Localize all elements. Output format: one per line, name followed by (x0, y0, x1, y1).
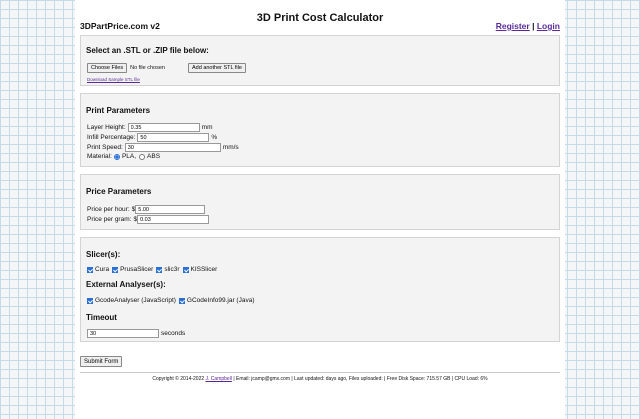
submit-form-button[interactable]: Submit Form (80, 356, 123, 367)
infill-row: Infill Percentage: % (87, 133, 217, 142)
sample-row: Download Sample STL file (87, 77, 140, 82)
slicer-option-cura[interactable]: Cura (87, 266, 109, 273)
slic3r-checkbox[interactable] (156, 266, 163, 273)
price-per-hour-label: Price per hour: (87, 206, 130, 213)
material-label: Material: (87, 153, 112, 160)
price-parameters-heading: Price Parameters (86, 187, 152, 196)
slicer-option-slic3r[interactable]: slic3r (156, 266, 180, 273)
analyser-option-gcodeanalyser[interactable]: GcodeAnalyser (JavaScript) (87, 297, 176, 304)
footer: Copyright © 2014-2022 J. Campbell | Emai… (80, 372, 560, 382)
timeout-row: seconds (87, 329, 185, 338)
pla-label: PLA, (121, 153, 137, 160)
cura-label: Cura (95, 266, 110, 273)
slic3r-label: slic3r (164, 266, 180, 273)
register-link[interactable]: Register (496, 21, 530, 31)
abs-label: ABS (147, 153, 161, 160)
auth-separator: | (532, 21, 535, 31)
infill-label: Infill Percentage: (87, 134, 136, 141)
gcodeinfo-checkbox[interactable] (178, 297, 185, 304)
price-per-gram-input[interactable] (137, 215, 210, 224)
slicer-option-kisslicer[interactable]: KISSlicer (182, 266, 218, 273)
cura-checkbox[interactable] (87, 266, 93, 273)
price-per-gram-label: Price per gram: (87, 216, 132, 223)
analyser-option-gcodeinfo[interactable]: GCodeInfo99.jar (Java) (178, 297, 255, 304)
infill-input[interactable] (137, 133, 210, 142)
layer-height-unit: mm (201, 124, 213, 131)
add-file-row: Add another STL file (188, 63, 246, 73)
upload-heading: Select an .STL or .ZIP file below: (86, 46, 209, 55)
login-link[interactable]: Login (537, 21, 560, 31)
upload-panel: Select an .STL or .ZIP file below: Choos… (80, 35, 560, 86)
add-another-stl-button[interactable]: Add another STL file (188, 63, 246, 73)
kisslicer-checkbox[interactable] (182, 266, 189, 273)
page-title: 3D Print Cost Calculator (256, 12, 384, 24)
header: 3DPartPrice.com v2 3D Print Cost Calcula… (80, 12, 560, 34)
slicers-heading: Slicer(s): (86, 250, 121, 259)
layer-height-label: Layer Height: (87, 124, 126, 131)
print-parameters-panel: Print Parameters Layer Height: mm Infill… (80, 93, 560, 167)
print-speed-label: Print Speed: (87, 144, 123, 151)
prusaslicer-label: PrusaSlicer (120, 266, 154, 273)
layer-height-input[interactable] (127, 123, 200, 132)
analysers-heading: External Analyser(s): (86, 280, 166, 289)
kisslicer-label: KISSlicer (190, 266, 218, 273)
timeout-unit: seconds (161, 330, 186, 337)
material-option-pla[interactable]: PLA, (113, 153, 137, 160)
price-per-hour-row: Price per hour: $ (87, 205, 207, 214)
file-row: Choose Files No file chosen (87, 63, 165, 73)
slicer-options-panel: Slicer(s): Cura PrusaSlicer slic3r KISSl… (80, 237, 560, 342)
auth-links: Register | Login (496, 21, 560, 31)
print-speed-row: Print Speed: mm/s (87, 143, 239, 152)
pla-radio[interactable] (113, 153, 120, 160)
footer-author-link[interactable]: J. Campbell (206, 376, 232, 382)
material-row: Material: PLA, ABS (87, 153, 163, 160)
layer-height-row: Layer Height: mm (87, 123, 213, 132)
gcodeinfo-label: GCodeInfo99.jar (Java) (186, 297, 255, 304)
choose-files-button[interactable]: Choose Files (87, 63, 128, 73)
slicer-option-prusaslicer[interactable]: PrusaSlicer (112, 266, 153, 273)
page-container: 3DPartPrice.com v2 3D Print Cost Calcula… (75, 0, 565, 419)
abs-radio[interactable] (139, 153, 146, 160)
analysers-row: GcodeAnalyser (JavaScript) GCodeInfo99.j… (87, 297, 257, 304)
timeout-input[interactable] (87, 329, 159, 338)
print-speed-unit: mm/s (222, 144, 239, 151)
sample-stl-link[interactable]: Download Sample STL file (87, 77, 140, 82)
no-file-text: No file chosen (130, 65, 165, 71)
prusaslicer-checkbox[interactable] (112, 266, 119, 273)
price-per-gram-row: Price per gram: $ (87, 215, 211, 224)
gcodeanalyser-checkbox[interactable] (87, 297, 93, 304)
print-parameters-heading: Print Parameters (86, 106, 151, 115)
gcodeanalyser-label: GcodeAnalyser (JavaScript) (95, 297, 176, 304)
material-option-abs[interactable]: ABS (139, 153, 160, 160)
timeout-heading: Timeout (86, 313, 117, 322)
price-parameters-panel: Price Parameters Price per hour: $ Price… (80, 174, 560, 230)
print-speed-input[interactable] (124, 143, 221, 152)
infill-unit: % (211, 134, 218, 141)
price-per-hour-input[interactable] (135, 205, 206, 214)
slicers-row: Cura PrusaSlicer slic3r KISSlicer (87, 266, 220, 273)
footer-copyright: Copyright © 2014-2022 (152, 376, 205, 382)
footer-details: | Email: jcamp@gmx.com | Last updated: d… (233, 376, 488, 382)
